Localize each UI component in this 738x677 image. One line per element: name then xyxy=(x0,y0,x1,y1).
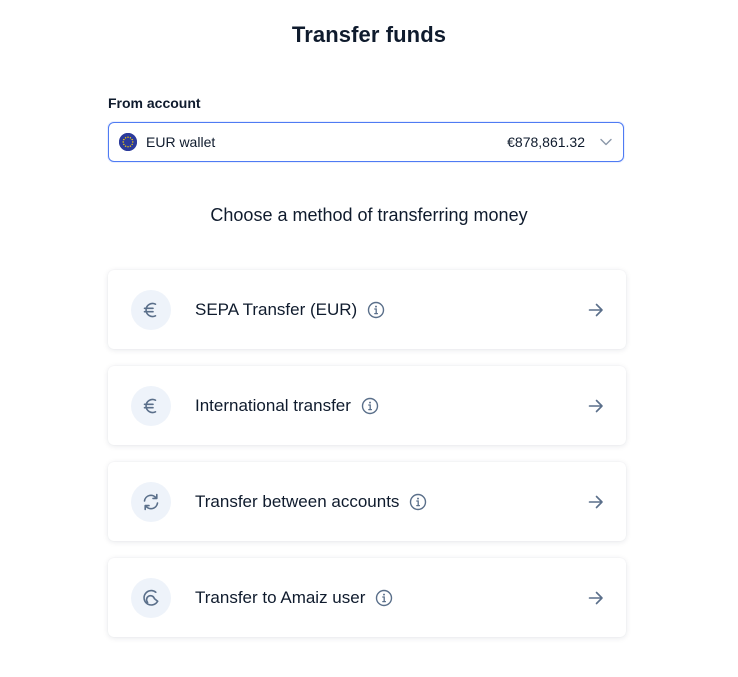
methods-heading: Choose a method of transferring money xyxy=(210,205,528,225)
method-international-transfer[interactable]: International transfer xyxy=(108,366,626,445)
refresh-icon xyxy=(131,481,171,522)
amaiz-user-icon xyxy=(131,577,171,618)
arrow-right-icon xyxy=(588,590,604,606)
from-account-select[interactable]: EUR wallet €878,861.32 xyxy=(108,122,624,162)
arrow-right-icon xyxy=(588,494,604,510)
from-account-label: From account xyxy=(108,95,201,111)
method-transfer-to-amaiz-user[interactable]: Transfer to Amaiz user xyxy=(108,558,626,637)
page-title: Transfer funds xyxy=(291,22,447,47)
method-label: SEPA Transfer (EUR) xyxy=(195,299,358,319)
info-icon[interactable] xyxy=(361,397,379,415)
method-transfer-between-accounts[interactable]: Transfer between accounts xyxy=(108,462,626,541)
method-label: Transfer to Amaiz user xyxy=(195,587,366,607)
account-balance: €878,861.32 xyxy=(507,134,585,150)
chevron-down-icon xyxy=(599,135,613,149)
account-name: EUR wallet xyxy=(146,134,216,150)
transfer-methods-list: SEPA Transfer (EUR) International transf… xyxy=(108,270,626,654)
euro-icon xyxy=(131,385,171,426)
method-sepa-transfer[interactable]: SEPA Transfer (EUR) xyxy=(108,270,626,349)
info-icon[interactable] xyxy=(367,301,385,319)
info-icon[interactable] xyxy=(409,493,427,511)
arrow-right-icon xyxy=(588,302,604,318)
info-icon[interactable] xyxy=(375,589,393,607)
arrow-right-icon xyxy=(588,398,604,414)
method-label: Transfer between accounts xyxy=(195,491,400,511)
transfer-funds-page: Transfer funds From account EUR wallet €… xyxy=(0,0,738,677)
method-label: International transfer xyxy=(195,395,351,415)
euro-icon xyxy=(131,289,171,330)
eu-flag-icon xyxy=(119,133,137,151)
